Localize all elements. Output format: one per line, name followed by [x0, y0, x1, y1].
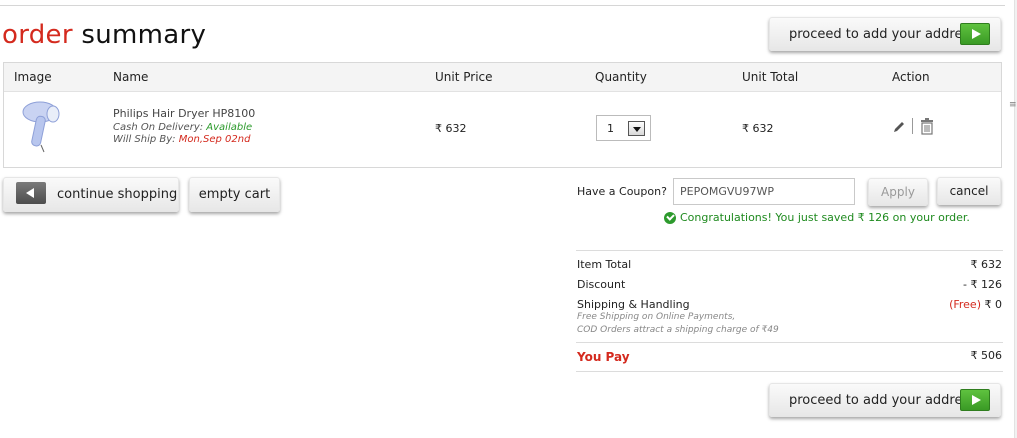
header-action: Action [892, 70, 930, 84]
item-total-label: Item Total [577, 258, 632, 271]
cart-table-header: Image Name Unit Price Quantity Unit Tota… [4, 63, 1001, 92]
summary-divider [576, 342, 1003, 343]
empty-cart-button[interactable]: empty cart [189, 177, 280, 212]
coupon-label: Have a Coupon? [577, 185, 667, 198]
header-unit-price: Unit Price [435, 70, 493, 84]
cod-label: Cash On Delivery: [113, 122, 204, 133]
cancel-label: cancel [949, 184, 989, 198]
page-title-accent: order [2, 20, 73, 50]
proceed-address-label: proceed to add your address [789, 392, 977, 408]
cart-table: Image Name Unit Price Quantity Unit Tota… [3, 62, 1002, 168]
continue-shopping-button[interactable]: continue shopping [3, 177, 179, 212]
coupon-success-message: Congratulations! You just saved ₹ 126 on… [664, 211, 970, 224]
item-total-value: ₹ 632 [970, 258, 1003, 271]
product-name[interactable]: Philips Hair Dryer HP8100 [113, 107, 255, 120]
shipping-note-online: Free Shipping on Online Payments, [577, 312, 736, 322]
action-divider [912, 118, 913, 134]
play-arrow-icon [960, 23, 990, 45]
ship-value: Mon,Sep 02nd [178, 134, 251, 145]
trash-icon[interactable] [919, 118, 935, 135]
you-pay-label: You Pay [577, 350, 630, 364]
coupon-success-text: Congratulations! You just saved ₹ 126 on… [680, 211, 970, 224]
proceed-address-button-bottom[interactable]: proceed to add your address [769, 383, 1001, 417]
shipping-free-tag: (Free) [949, 298, 981, 311]
apply-coupon-button[interactable]: Apply [868, 178, 928, 206]
cancel-coupon-button[interactable]: cancel [937, 177, 1001, 205]
ship-label: Will Ship By: [113, 134, 176, 145]
you-pay-value: ₹ 506 [970, 349, 1003, 362]
header-unit-total: Unit Total [742, 70, 799, 84]
unit-price-value: ₹ 632 [435, 122, 467, 135]
proceed-address-label: proceed to add your address [789, 26, 977, 42]
page-title-main: summary [81, 20, 207, 50]
edit-pencil-icon[interactable] [892, 120, 906, 134]
coupon-input[interactable]: PEPOMGVU97WP [673, 178, 855, 205]
quantity-value: 1 [607, 122, 614, 135]
page-title: order summary [2, 20, 206, 50]
product-info: Philips Hair Dryer HP8100 Cash On Delive… [113, 107, 255, 145]
continue-shopping-label: continue shopping [57, 187, 178, 202]
summary-divider [576, 371, 1003, 372]
cod-value: Available [206, 122, 253, 133]
apply-label: Apply [881, 185, 915, 199]
hair-dryer-image[interactable] [18, 96, 68, 154]
top-divider [0, 5, 1005, 6]
discount-label: Discount [577, 278, 626, 291]
resize-grip-icon[interactable]: ≡ [1009, 101, 1017, 110]
shipping-value: ₹ 0 [984, 298, 1003, 311]
header-quantity: Quantity [595, 70, 647, 84]
play-arrow-icon [960, 389, 990, 411]
chevron-down-icon[interactable] [628, 121, 645, 136]
shipping-note-cod: COD Orders attract a shipping charge of … [577, 325, 779, 335]
check-circle-icon [664, 211, 676, 224]
unit-total-value: ₹ 632 [742, 122, 774, 135]
shipping-label: Shipping & Handling [577, 298, 690, 311]
summary-divider [576, 250, 1003, 251]
header-name: Name [113, 70, 149, 84]
shipping-value-group: (Free) ₹ 0 [949, 298, 1002, 311]
cod-status: Cash On Delivery: Available [113, 122, 255, 133]
proceed-address-button-top[interactable]: proceed to add your address [769, 17, 1001, 51]
discount-value: - ₹ 126 [963, 278, 1002, 291]
back-arrow-icon [16, 182, 46, 204]
empty-cart-label: empty cart [198, 187, 271, 202]
header-image: Image [14, 70, 52, 84]
quantity-select[interactable]: 1 [596, 115, 651, 141]
ship-date: Will Ship By: Mon,Sep 02nd [113, 134, 255, 145]
